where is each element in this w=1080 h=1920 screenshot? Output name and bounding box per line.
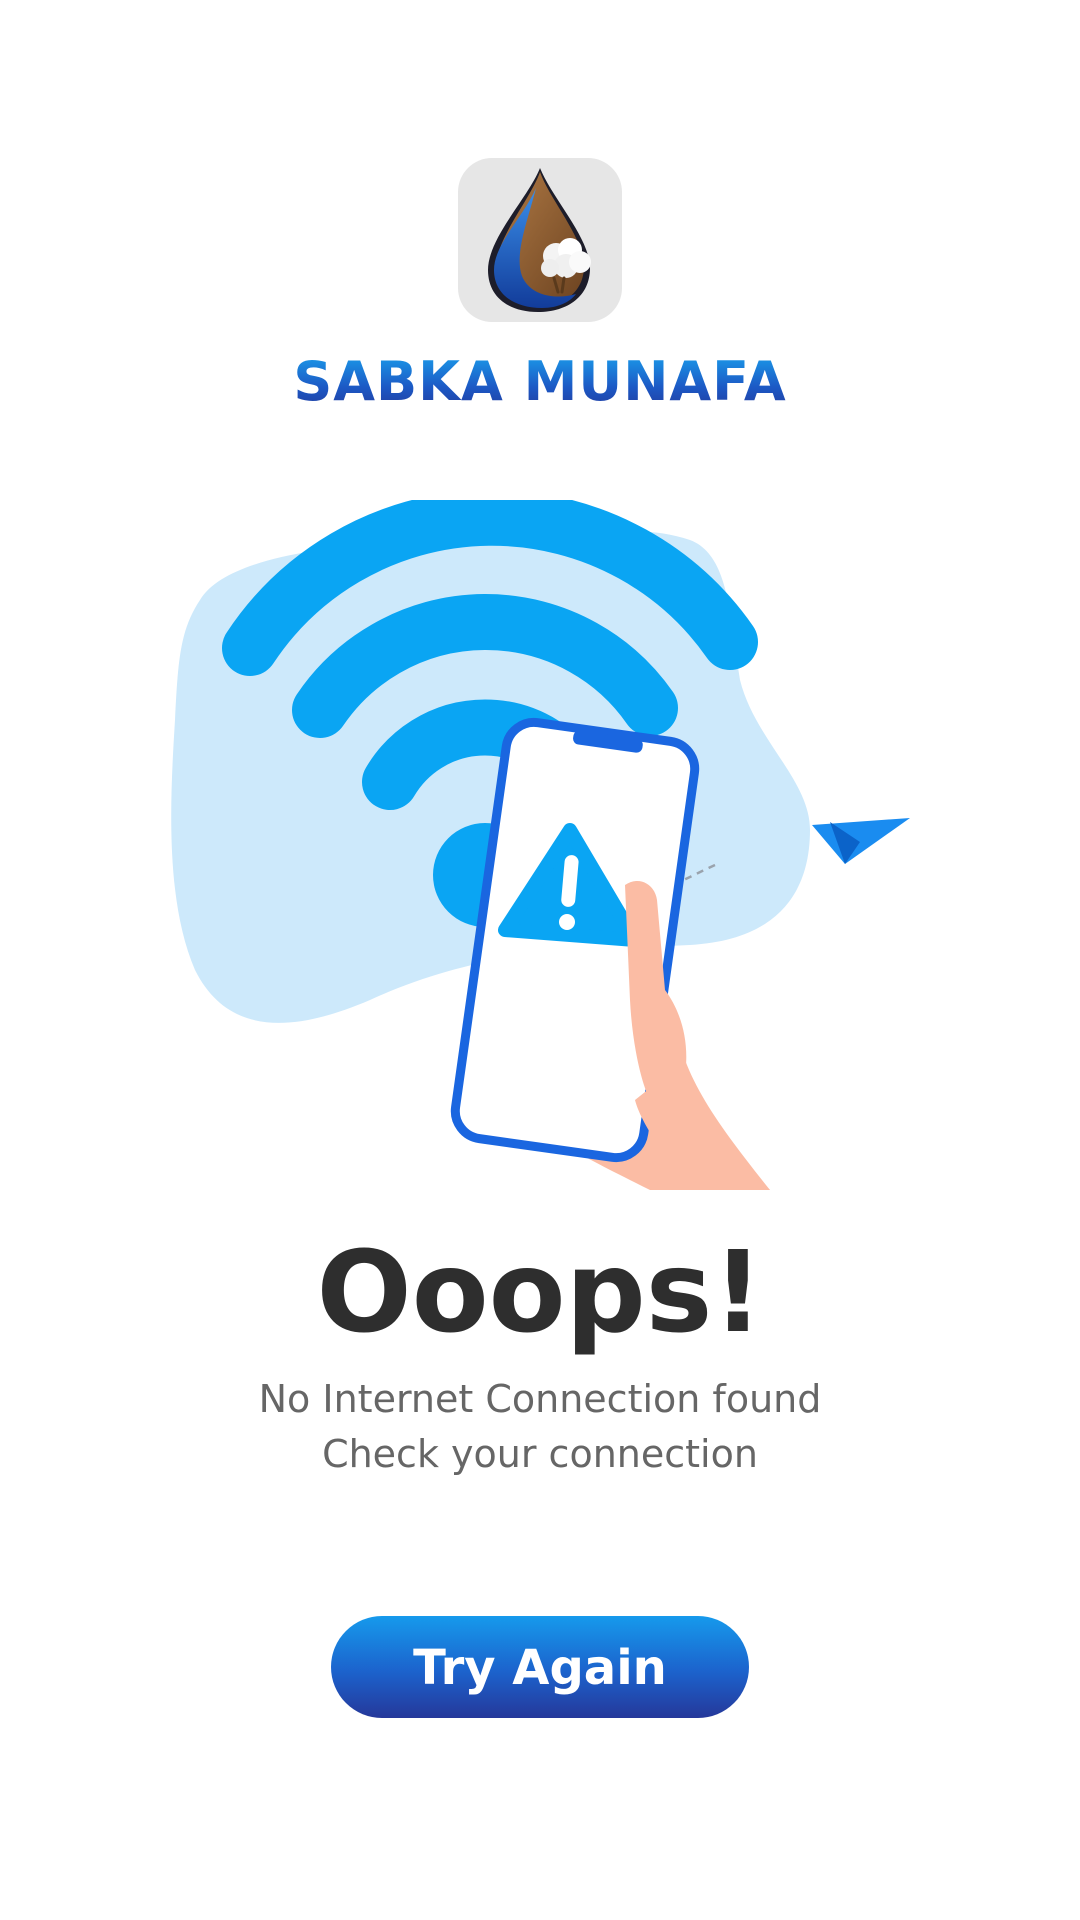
error-message-line-2: Check your connection [322, 1432, 758, 1476]
app-name: SABKA MUNAFA [0, 350, 1080, 413]
error-message-line-1: No Internet Connection found [258, 1377, 822, 1421]
no-internet-illustration [170, 500, 920, 1200]
no-wifi-phone-illustration [171, 500, 910, 1190]
paper-plane-icon [812, 818, 910, 864]
try-again-button[interactable]: Try Again [331, 1616, 749, 1718]
app-logo [458, 158, 622, 322]
water-drop-cotton-icon [488, 168, 591, 312]
error-headline: Ooops! [316, 1228, 764, 1358]
